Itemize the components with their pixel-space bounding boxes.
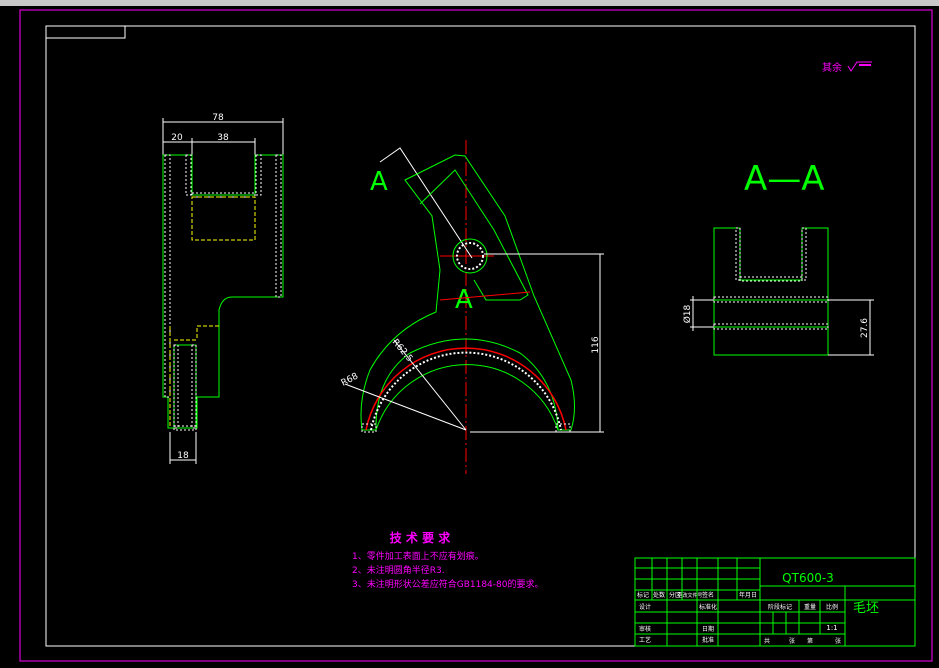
header-cell: 年月日 (739, 591, 757, 599)
dim-total-width: 78 (212, 113, 224, 123)
sheet-label: 张 (835, 637, 841, 645)
row-label-process: 工艺 (639, 636, 651, 644)
roughness-note: 其余 (822, 61, 842, 74)
stage-label: 阶段标记 (768, 603, 792, 611)
note-item: 3、未注明形状公差应符合GB1184-80的要求。 (352, 578, 543, 590)
outer-frame (19, 9, 933, 662)
material: 毛坯 (853, 601, 879, 616)
sheet-label: 第 (807, 637, 813, 645)
mid-label: 标准化 (699, 603, 717, 611)
title-block: QT600-3 毛坯 1:1 标记 处数 分区 更改文件号 签名 年月日 设计 … (634, 557, 916, 647)
header-cell: 处数 (653, 591, 665, 599)
dim-section-height: 27.6 (860, 318, 870, 338)
header-cell: 更改文件号 (677, 592, 702, 599)
row-label-design: 设计 (639, 603, 651, 611)
header-cell: 签名 (702, 591, 714, 599)
technical-requirements: 技 术 要 求 1、零件加工表面上不应有划痕。 2、未注明圆角半径R3. 3、未… (352, 530, 543, 590)
cad-drawing-canvas[interactable]: 其余 78 20 38 18 A A R68 R62.5 116 A—A Ø18… (0, 0, 939, 668)
cut-label-top: A (370, 167, 388, 197)
notes-title: 技 术 要 求 (390, 530, 452, 545)
dim-slot-width: 38 (217, 133, 229, 143)
header-cell: 标记 (637, 591, 649, 599)
dim-bottom-width: 18 (177, 451, 189, 461)
row-label-review: 审核 (639, 625, 651, 633)
sheet-label: 张 (789, 637, 795, 645)
note-item: 2、未注明圆角半径R3. (352, 564, 445, 576)
note-item: 1、零件加工表面上不应有划痕。 (352, 550, 484, 562)
stage-label: 比例 (826, 603, 838, 611)
cut-label-bottom: A (455, 285, 473, 315)
scale-value: 1:1 (826, 624, 837, 632)
dim-left-flange: 20 (171, 133, 183, 143)
mid-label: 日期 (702, 625, 714, 633)
mid-label: 批准 (702, 636, 714, 644)
section-view: A—A Ø18 27.6 (682, 159, 874, 356)
stage-label: 重量 (804, 603, 816, 611)
roughness-symbol: 其余 (822, 61, 872, 74)
side-view: 78 20 38 18 (162, 113, 284, 464)
front-view: A A R68 R62.5 116 (340, 140, 604, 474)
drawing-code-box (45, 25, 126, 39)
dim-section-hole: Ø18 (682, 304, 693, 323)
part-number: QT600-3 (782, 571, 834, 585)
dim-height: 116 (591, 336, 601, 353)
sheet-label: 共 (764, 637, 770, 645)
section-label: A—A (744, 159, 825, 199)
